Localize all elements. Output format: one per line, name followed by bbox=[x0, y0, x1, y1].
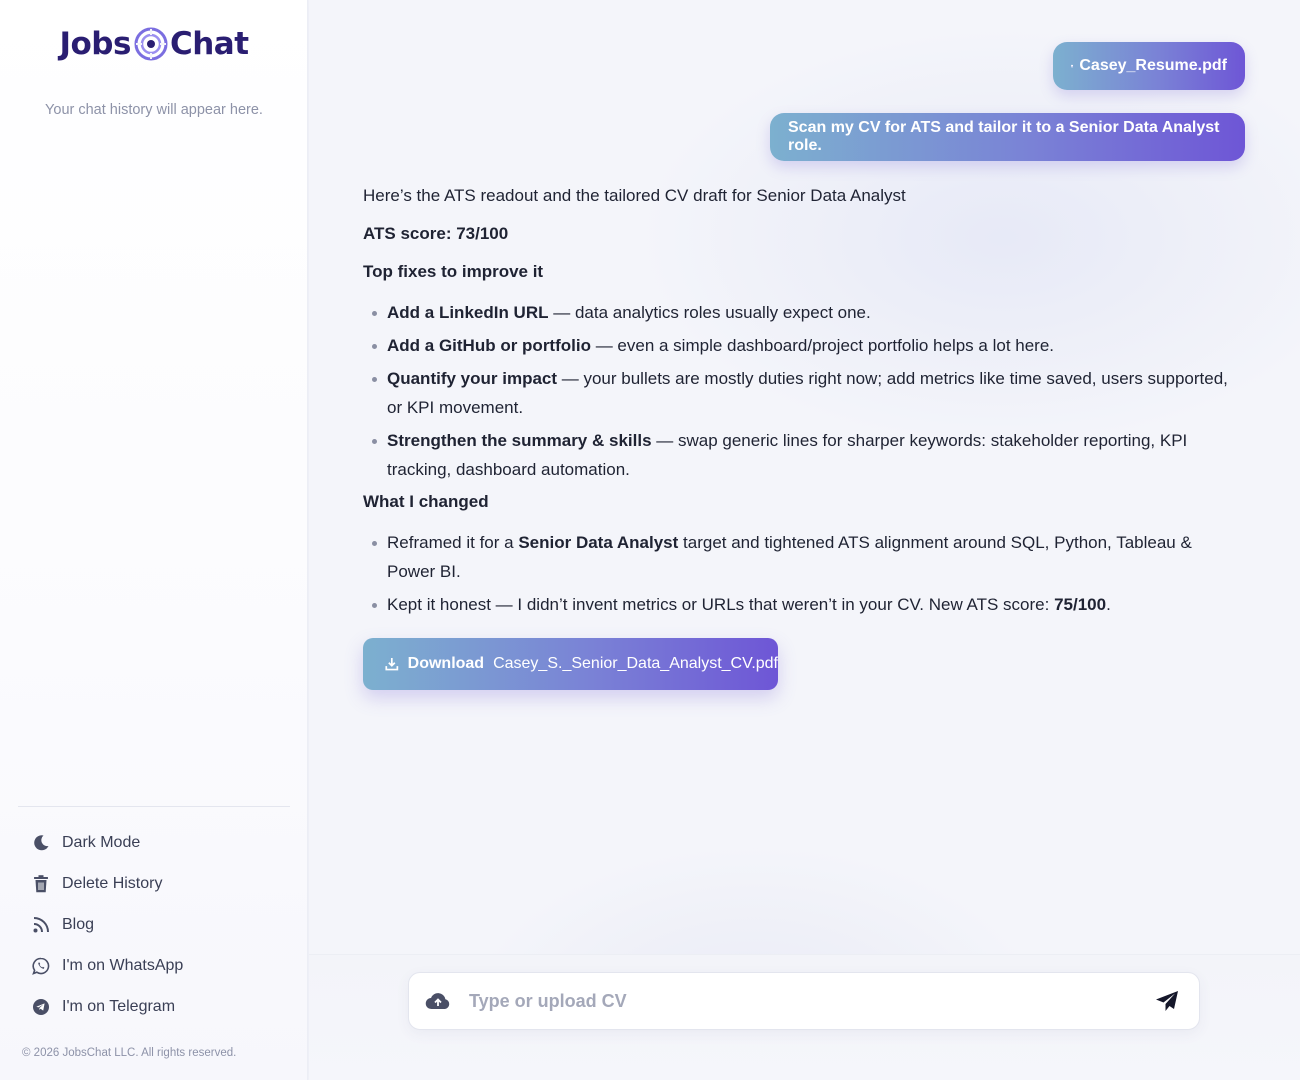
message-input[interactable] bbox=[469, 990, 1153, 1012]
change-text: . bbox=[1106, 595, 1111, 614]
chat-history-empty: Your chat history will appear here. bbox=[45, 102, 263, 118]
list-item: Quantify your impact — your bullets are … bbox=[363, 364, 1243, 422]
list-item: Add a LinkedIn URL — data analytics role… bbox=[363, 298, 1243, 327]
fix-text: — data analytics roles usually expect on… bbox=[548, 303, 871, 322]
rss-icon bbox=[30, 914, 52, 936]
telegram-label: I'm on Telegram bbox=[62, 997, 176, 1015]
whatsapp-link[interactable]: I'm on WhatsApp bbox=[30, 945, 290, 986]
user-message-bubble: Scan my CV for ATS and tailor it to a Se… bbox=[770, 113, 1245, 161]
fix-title: Quantify your impact bbox=[387, 369, 558, 388]
copyright: © 2026 JobsChat LLC. All rights reserved… bbox=[22, 1047, 237, 1059]
whatsapp-icon bbox=[30, 955, 52, 977]
blog-link[interactable]: Blog bbox=[30, 904, 290, 945]
user-message-text: Scan my CV for ATS and tailor it to a Se… bbox=[788, 119, 1220, 154]
moon-icon bbox=[30, 832, 52, 854]
telegram-icon bbox=[30, 996, 52, 1018]
sidebar: Jobs Chat Your chat history will appear … bbox=[0, 0, 308, 1080]
blog-label: Blog bbox=[62, 915, 95, 933]
dark-mode-label: Dark Mode bbox=[62, 833, 141, 851]
list-item: Kept it honest — I didn’t invent metrics… bbox=[363, 590, 1243, 619]
download-filename: Casey_S._Senior_Data_Analyst_CV.pdf bbox=[493, 655, 778, 672]
list-item: Reframed it for a Senior Data Analyst ta… bbox=[363, 528, 1243, 586]
telegram-link[interactable]: I'm on Telegram bbox=[30, 986, 290, 1027]
assistant-response: Here’s the ATS readout and the tailored … bbox=[363, 184, 1243, 625]
change-text: Kept it honest — I didn’t invent metrics… bbox=[387, 595, 1055, 614]
message-composer bbox=[408, 972, 1200, 1030]
brand-name-left: Jobs bbox=[59, 26, 131, 62]
change-emphasis: Senior Data Analyst bbox=[518, 533, 679, 552]
delete-history-label: Delete History bbox=[62, 874, 163, 892]
logo-mark-icon bbox=[134, 27, 168, 61]
send-icon[interactable] bbox=[1153, 987, 1181, 1015]
list-item: Strengthen the summary & skills — swap g… bbox=[363, 426, 1243, 484]
trash-icon bbox=[30, 873, 52, 895]
whatsapp-label: I'm on WhatsApp bbox=[62, 956, 184, 974]
changes-list: Reframed it for a Senior Data Analyst ta… bbox=[363, 528, 1243, 619]
cloud-upload-icon[interactable] bbox=[424, 987, 452, 1015]
user-file-name: Casey_Resume.pdf bbox=[1079, 57, 1227, 74]
chat-area: Casey_Resume.pdf Scan my CV for ATS and … bbox=[309, 0, 1300, 1080]
download-label: Download bbox=[407, 655, 485, 672]
brand-logo[interactable]: Jobs Chat bbox=[0, 22, 308, 66]
download-cv-button[interactable]: Download Casey_S._Senior_Data_Analyst_CV… bbox=[363, 638, 778, 690]
download-icon bbox=[385, 658, 399, 671]
fix-text: — even a simple dashboard/project portfo… bbox=[590, 336, 1055, 355]
fixes-list: Add a LinkedIn URL — data analytics role… bbox=[363, 298, 1243, 484]
user-file-bubble[interactable]: Casey_Resume.pdf bbox=[1053, 42, 1245, 90]
ats-score: ATS score: 73/100 bbox=[363, 224, 509, 243]
brand-name-right: Chat bbox=[169, 26, 249, 62]
delete-history-button[interactable]: Delete History bbox=[30, 863, 290, 904]
change-text: Reframed it for a bbox=[387, 533, 519, 552]
fix-title: Add a GitHub or portfolio bbox=[387, 336, 591, 355]
response-intro: Here’s the ATS readout and the tailored … bbox=[363, 186, 906, 205]
changes-heading: What I changed bbox=[363, 492, 489, 511]
pdf-file-icon bbox=[1071, 64, 1074, 68]
fix-title: Strengthen the summary & skills bbox=[387, 431, 652, 450]
sidebar-menu: Dark Mode Delete History Blog I'm on Wha… bbox=[30, 822, 290, 1027]
change-emphasis: 75/100 bbox=[1054, 595, 1107, 614]
dark-mode-toggle[interactable]: Dark Mode bbox=[30, 822, 290, 863]
fixes-heading: Top fixes to improve it bbox=[363, 262, 544, 281]
sidebar-divider bbox=[18, 806, 290, 807]
list-item: Add a GitHub or portfolio — even a simpl… bbox=[363, 331, 1243, 360]
fix-title: Add a LinkedIn URL bbox=[387, 303, 549, 322]
